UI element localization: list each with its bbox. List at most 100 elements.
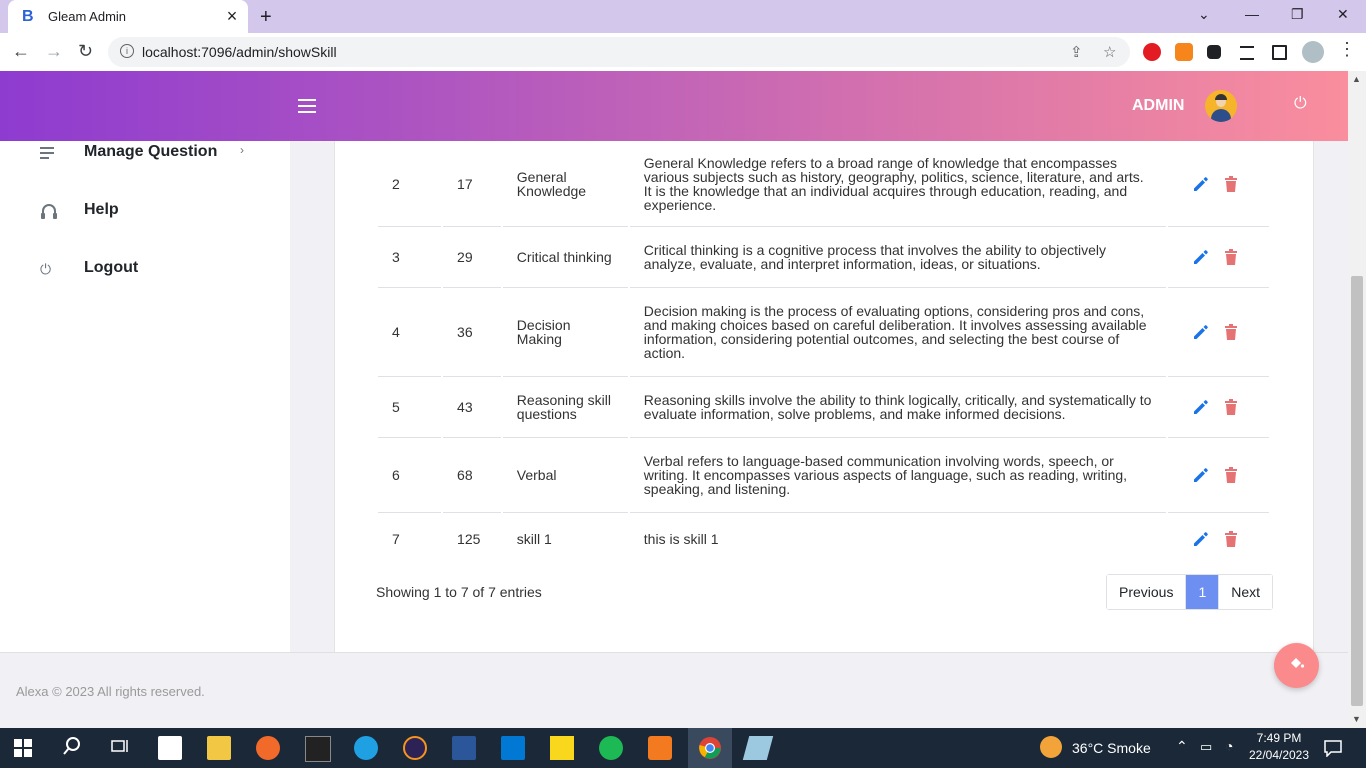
skill-name: Reasoning skill questions bbox=[502, 377, 628, 438]
postman-icon[interactable] bbox=[256, 736, 280, 760]
edit-icon[interactable] bbox=[1192, 530, 1210, 548]
extensions-puzzle-icon[interactable] bbox=[1207, 45, 1221, 59]
chevron-up-icon[interactable]: ⌃ bbox=[1176, 738, 1188, 755]
reload-icon[interactable]: ↻ bbox=[78, 41, 93, 62]
spotify-icon[interactable] bbox=[599, 736, 623, 760]
sidebar-item-label: Help bbox=[84, 201, 119, 218]
pagination: Previous 1 Next bbox=[1106, 574, 1274, 610]
browser-toolbar: ← → ↻ i localhost:7096/admin/showSkill ⇪… bbox=[0, 33, 1366, 72]
microsoft-store-icon[interactable] bbox=[158, 736, 182, 760]
edit-icon[interactable] bbox=[1192, 466, 1210, 484]
row-actions bbox=[1168, 438, 1269, 513]
edge-icon[interactable] bbox=[354, 736, 378, 760]
row-index: 3 bbox=[378, 227, 442, 288]
edit-icon[interactable] bbox=[1192, 248, 1210, 266]
close-tab-icon[interactable]: × bbox=[222, 6, 242, 27]
adblock-extension-icon[interactable] bbox=[1143, 43, 1161, 61]
delete-icon[interactable] bbox=[1224, 531, 1238, 548]
table-row: 5 43 Reasoning skill questions Reasoning… bbox=[378, 377, 1269, 438]
row-actions bbox=[1168, 141, 1269, 227]
restore-icon[interactable]: ❐ bbox=[1291, 6, 1304, 23]
battery-icon[interactable]: ▭ bbox=[1200, 739, 1212, 755]
skill-description: Critical thinking is a cognitive process… bbox=[629, 227, 1167, 288]
terminal-icon[interactable] bbox=[305, 736, 331, 762]
row-id: 68 bbox=[443, 438, 501, 513]
menu-toggle-icon[interactable] bbox=[298, 99, 316, 117]
bookmark-star-icon[interactable]: ☆ bbox=[1103, 43, 1116, 61]
sticky-notes-icon[interactable] bbox=[550, 736, 574, 760]
edit-icon[interactable] bbox=[1192, 398, 1210, 416]
eclipse-icon[interactable] bbox=[403, 736, 427, 760]
share-icon[interactable]: ⇪ bbox=[1070, 43, 1083, 61]
calendar-icon[interactable] bbox=[501, 736, 525, 760]
delete-icon[interactable] bbox=[1224, 467, 1238, 484]
skill-description: Decision making is the process of evalua… bbox=[629, 288, 1167, 377]
row-actions bbox=[1168, 227, 1269, 288]
table-row: 7 125 skill 1 this is skill 1 bbox=[378, 513, 1269, 565]
table-info: Showing 1 to 7 of 7 entries bbox=[376, 584, 542, 600]
sidebar-item-manage-question[interactable]: Manage Question › bbox=[0, 141, 290, 171]
browser-menu-icon[interactable]: ⋮ bbox=[1338, 39, 1356, 60]
footer: Alexa © 2023 All rights reserved. bbox=[0, 652, 1348, 729]
previous-page-button[interactable]: Previous bbox=[1107, 575, 1186, 609]
row-id: 43 bbox=[443, 377, 501, 438]
minimize-icon[interactable]: — bbox=[1245, 6, 1259, 22]
weather-text[interactable]: 36°C Smoke bbox=[1072, 740, 1151, 756]
page-1-button[interactable]: 1 bbox=[1185, 575, 1220, 609]
browser-tab[interactable]: B Gleam Admin × bbox=[8, 0, 248, 33]
file-explorer-icon[interactable] bbox=[207, 736, 231, 760]
sidebar-item-logout[interactable]: ⏻ Logout bbox=[0, 257, 290, 287]
skill-description: Verbal refers to language-based communic… bbox=[629, 438, 1167, 513]
word-icon[interactable] bbox=[452, 736, 476, 760]
site-info-icon[interactable]: i bbox=[120, 44, 134, 58]
row-id: 29 bbox=[443, 227, 501, 288]
theme-customizer-button[interactable] bbox=[1274, 643, 1319, 688]
scrollbar-thumb[interactable] bbox=[1351, 276, 1363, 706]
skill-name: General Knowledge bbox=[502, 141, 628, 227]
next-page-button[interactable]: Next bbox=[1219, 575, 1273, 609]
scroll-up-icon[interactable]: ▲ bbox=[1352, 74, 1361, 84]
edit-icon[interactable] bbox=[1192, 323, 1210, 341]
clock-time[interactable]: 7:49 PM bbox=[1249, 731, 1309, 745]
admin-avatar[interactable] bbox=[1205, 90, 1237, 122]
row-index: 4 bbox=[378, 288, 442, 377]
side-panel-icon[interactable] bbox=[1272, 45, 1287, 60]
tab-search-chevron-icon[interactable]: ⌄ bbox=[1198, 6, 1210, 23]
delete-icon[interactable] bbox=[1224, 249, 1238, 266]
delete-icon[interactable] bbox=[1224, 324, 1238, 341]
media-queue-icon[interactable] bbox=[1240, 46, 1254, 60]
copyright-text: Alexa © 2023 All rights reserved. bbox=[16, 684, 205, 699]
close-window-icon[interactable]: ✕ bbox=[1337, 6, 1349, 23]
address-bar[interactable]: i localhost:7096/admin/showSkill ⇪ ☆ bbox=[108, 37, 1130, 67]
pdf-reader-icon[interactable] bbox=[648, 736, 672, 760]
task-view-icon[interactable] bbox=[110, 736, 134, 760]
skill-description: General Knowledge refers to a broad rang… bbox=[629, 141, 1167, 227]
windows-start-icon[interactable] bbox=[14, 736, 38, 760]
skills-card: 2 17 General Knowledge General Knowledge… bbox=[334, 141, 1314, 653]
sidebar-item-help[interactable]: Help bbox=[0, 199, 290, 229]
admin-username: ADMIN bbox=[1132, 97, 1185, 114]
table-row: 4 36 Decision Making Decision making is … bbox=[378, 288, 1269, 377]
row-index: 6 bbox=[378, 438, 442, 513]
profile-avatar-icon[interactable] bbox=[1302, 41, 1324, 63]
forward-icon[interactable]: → bbox=[45, 41, 63, 62]
notifications-icon[interactable] bbox=[1324, 736, 1348, 760]
search-icon[interactable] bbox=[62, 736, 86, 760]
notepad-icon[interactable] bbox=[742, 736, 774, 760]
metamask-extension-icon[interactable] bbox=[1175, 43, 1193, 61]
skill-name: Verbal bbox=[502, 438, 628, 513]
edit-icon[interactable] bbox=[1192, 175, 1210, 193]
back-icon[interactable]: ← bbox=[12, 41, 30, 62]
skill-description: Reasoning skills involve the ability to … bbox=[629, 377, 1167, 438]
clock-date[interactable]: 22/04/2023 bbox=[1247, 748, 1311, 762]
scroll-down-icon[interactable]: ▼ bbox=[1352, 714, 1361, 724]
page-scrollbar[interactable]: ▲ ▼ bbox=[1348, 71, 1366, 728]
skill-name: Decision Making bbox=[502, 288, 628, 377]
delete-icon[interactable] bbox=[1224, 175, 1238, 192]
new-tab-button[interactable]: + bbox=[260, 6, 272, 29]
power-icon[interactable]: ⏻ bbox=[1294, 95, 1307, 113]
row-id: 17 bbox=[443, 141, 501, 227]
delete-icon[interactable] bbox=[1224, 399, 1238, 416]
wifi-icon[interactable]: ◔ bbox=[1225, 738, 1233, 754]
chrome-taskbar-button[interactable] bbox=[688, 728, 732, 768]
